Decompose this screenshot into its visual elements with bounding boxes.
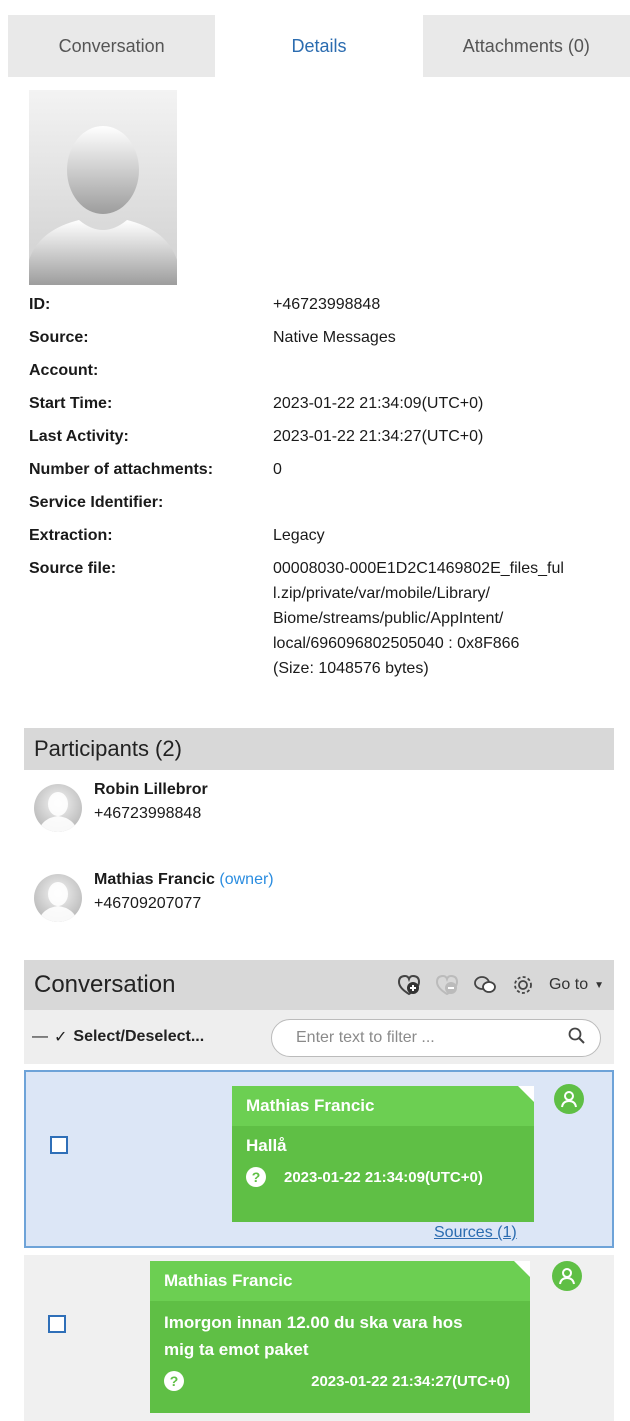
question-icon: ? [164, 1371, 184, 1391]
source-file-line: 00008030-000E1D2C1469802E_files_ful [273, 560, 564, 577]
participant-item[interactable]: Robin Lillebror +46723998848 [34, 778, 208, 832]
detail-key: ID: [29, 296, 51, 313]
gear-icon[interactable] [511, 973, 535, 997]
detail-key: Number of attachments: [29, 461, 214, 478]
detail-key: Last Activity: [29, 428, 129, 445]
tab-conversation[interactable]: Conversation [8, 15, 215, 77]
message-text-line: mig ta emot paket [164, 1340, 309, 1359]
message-checkbox[interactable] [48, 1315, 66, 1333]
filter-field [271, 1019, 601, 1057]
filter-input[interactable] [296, 1029, 568, 1047]
detail-value: 2023-01-22 21:34:09(UTC+0) [273, 395, 484, 412]
collapse-icon: — [32, 1028, 48, 1045]
goto-label: Go to [548, 976, 589, 993]
detail-key: Source file: [29, 560, 117, 577]
owner-badge: (owner) [219, 871, 274, 888]
conversation-header: Conversation Go to ▼ [24, 960, 614, 1010]
select-deselect-toggle[interactable]: — ✓ Select/Deselect... [32, 1027, 204, 1047]
message-text: Imorgon innan 12.00 du ska vara hos mig … [150, 1301, 530, 1363]
tab-attachments[interactable]: Attachments (0) [423, 15, 630, 77]
chat-bubbles-icon[interactable] [473, 973, 497, 997]
participant-phone: +46723998848 [94, 805, 202, 822]
participant-name: Mathias Francic [94, 871, 215, 888]
user-silhouette-icon [38, 792, 78, 832]
detail-value: 0 [273, 461, 282, 478]
participants-title: Participants (2) [34, 736, 182, 761]
detail-value: Native Messages [273, 329, 396, 346]
conversation-title: Conversation [34, 971, 176, 998]
detail-key: Source: [29, 329, 89, 346]
goto-dropdown[interactable]: Go to ▼ [549, 976, 604, 994]
detail-key: Start Time: [29, 395, 113, 412]
select-deselect-label: Select/Deselect... [73, 1028, 205, 1045]
participant-item[interactable]: Mathias Francic (owner) +46709207077 [34, 868, 274, 922]
message-text-line: Imorgon innan 12.00 du ska vara hos [164, 1313, 463, 1332]
message-sender: Mathias Francic [232, 1086, 534, 1126]
source-file-value: 00008030-000E1D2C1469802E_files_ful l.zi… [273, 556, 613, 681]
message-row[interactable]: Mathias Francic Imorgon innan 12.00 du s… [24, 1255, 614, 1421]
participant-phone: +46709207077 [94, 895, 202, 912]
message-time: 2023-01-22 21:34:27(UTC+0) [311, 1372, 510, 1390]
filter-bar: — ✓ Select/Deselect... [24, 1010, 614, 1064]
owner-avatar-icon [552, 1261, 582, 1291]
participant-name: Robin Lillebror [94, 781, 208, 798]
detail-key: Extraction: [29, 527, 113, 544]
source-file-line: l.zip/private/var/mobile/Library/ [273, 585, 490, 602]
question-icon: ? [246, 1167, 266, 1187]
detail-value: 2023-01-22 21:34:27(UTC+0) [273, 428, 484, 445]
message-checkbox[interactable] [50, 1136, 68, 1154]
detail-value [273, 490, 613, 515]
detail-key: Service Identifier: [29, 494, 164, 511]
tag-remove-icon [435, 973, 459, 997]
tab-details[interactable]: Details [215, 15, 423, 77]
participants-header: Participants (2) [24, 728, 614, 770]
search-icon[interactable] [568, 1027, 586, 1050]
sources-link[interactable]: Sources (1) [434, 1224, 517, 1242]
caret-down-icon: ▼ [594, 979, 604, 991]
detail-value [273, 358, 613, 383]
source-file-line: local/696096802505040 : 0x8F866 [273, 635, 520, 652]
message-sender: Mathias Francic [150, 1261, 530, 1301]
check-icon: ✓ [54, 1029, 68, 1046]
details-panel: ID: +46723998848 Source: Native Messages A… [29, 292, 629, 681]
message-row[interactable]: Mathias Francic Hallå ? 2023-01-22 21:34… [24, 1070, 614, 1248]
participant-avatar [34, 784, 82, 832]
message-bubble: Mathias Francic Hallå ? 2023-01-22 21:34… [232, 1086, 534, 1222]
bubble-corner [518, 1086, 534, 1102]
detail-key: Account: [29, 362, 99, 379]
message-time: 2023-01-22 21:34:09(UTC+0) [284, 1168, 483, 1186]
source-file-line: Biome/streams/public/AppIntent/ [273, 610, 504, 627]
owner-avatar-icon [554, 1084, 584, 1114]
detail-value: Legacy [273, 527, 325, 544]
message-text: Hallå [246, 1136, 287, 1155]
source-file-line: (Size: 1048576 bytes) [273, 660, 429, 677]
detail-value: +46723998848 [273, 296, 381, 313]
user-silhouette-icon [38, 882, 78, 922]
tag-add-icon[interactable] [397, 973, 421, 997]
contact-avatar [29, 90, 177, 285]
user-silhouette-icon [29, 126, 177, 285]
participant-avatar [34, 874, 82, 922]
tab-bar: Conversation Details Attachments (0) [8, 15, 630, 77]
message-bubble: Mathias Francic Imorgon innan 12.00 du s… [150, 1261, 530, 1413]
bubble-corner [514, 1261, 530, 1277]
